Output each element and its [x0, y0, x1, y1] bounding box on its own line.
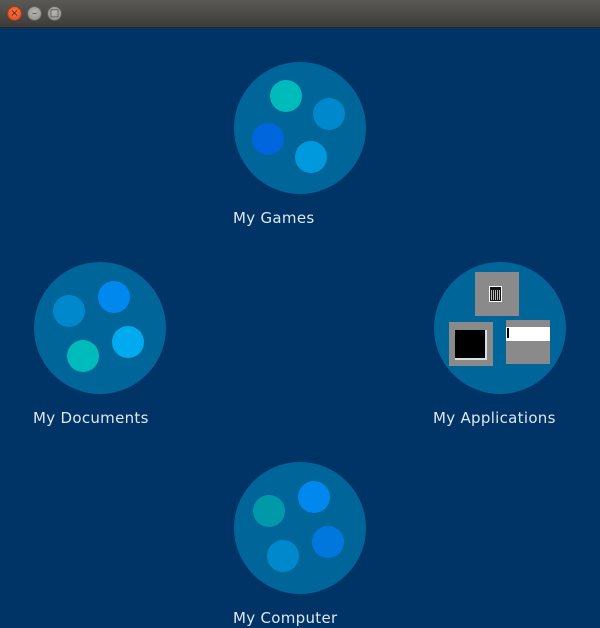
folder-circle-icon[interactable]	[434, 262, 566, 394]
dot-icon	[270, 80, 302, 112]
dot-icon	[252, 123, 284, 155]
folder-circle-icon[interactable]	[234, 462, 366, 594]
folder-circle-icon[interactable]	[234, 62, 366, 194]
calculator-thumbnail-icon	[475, 272, 519, 316]
dot-icon	[313, 98, 345, 130]
folder-label[interactable]: My Applications	[433, 409, 556, 427]
dot-icon	[298, 481, 330, 513]
minimize-icon[interactable]: –	[27, 6, 42, 21]
folder-circle-icon[interactable]	[34, 262, 166, 394]
dot-icon	[67, 340, 99, 372]
title-bar: × – □	[0, 0, 600, 28]
maximize-icon[interactable]: □	[47, 6, 62, 21]
dot-icon	[253, 495, 285, 527]
editor-thumbnail-icon	[506, 320, 550, 364]
folder-label[interactable]: My Computer	[233, 609, 337, 627]
folder-label[interactable]: My Games	[233, 209, 314, 227]
dot-icon	[98, 281, 130, 313]
desktop: My Games My Documents My Applications My…	[0, 28, 600, 628]
dot-icon	[312, 526, 344, 558]
folder-label[interactable]: My Documents	[33, 409, 149, 427]
dot-icon	[267, 540, 299, 572]
dot-icon	[53, 295, 85, 327]
dot-icon	[112, 326, 144, 358]
terminal-thumbnail-icon	[449, 322, 493, 366]
dot-icon	[295, 141, 327, 173]
close-icon[interactable]: ×	[7, 6, 22, 21]
